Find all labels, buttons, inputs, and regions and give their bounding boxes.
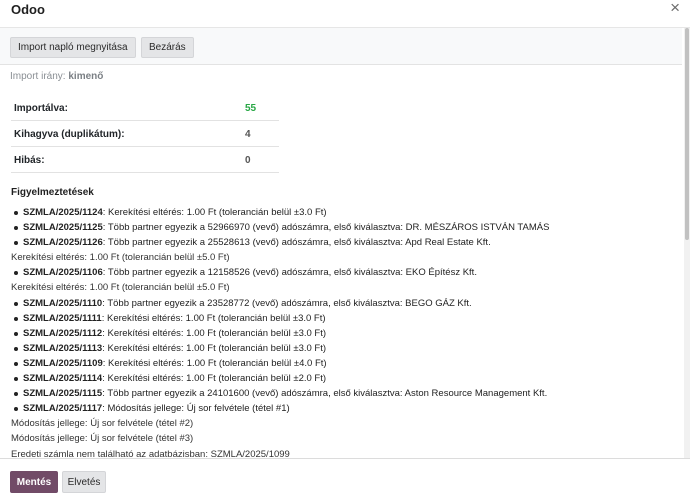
warning-text: : Kerekítési eltérés: 1.00 Ft (toleranci…	[102, 373, 327, 385]
warning-invoice-ref: SZMLA/2025/1114	[23, 373, 103, 385]
warning-text: : Kerekítési eltérés: 1.00 Ft (toleranci…	[102, 327, 327, 339]
stat-label: Hibás:	[14, 155, 45, 166]
warnings-title: Figyelmeztetések	[11, 187, 94, 198]
stat-row-skipped: Kihagyva (duplikátum): 4	[11, 121, 279, 147]
warning-detail: Kerekítési eltérés: 1.00 Ft (tolerancián…	[11, 252, 230, 264]
warning-text: : Több partner egyezik a 12158526 (vevő)…	[102, 267, 477, 279]
warning-text: : Kerekítési eltérés: 1.00 Ft (toleranci…	[102, 207, 327, 218]
warning-detail: Módosítás jellege: Új sor felvétele (tét…	[11, 418, 194, 430]
toolbar: Import napló megnyitása Bezárás	[0, 28, 682, 65]
warning-invoice-ref: SZMLA/2025/1115	[23, 388, 103, 400]
warning-item: SZMLA/2025/1112: Kerekítési eltérés: 1.0…	[14, 326, 678, 341]
warning-text: : Kerekítési eltérés: 1.00 Ft (toleranci…	[102, 342, 327, 354]
import-direction: Import irány: kimenő	[10, 71, 103, 82]
warning-detail: Eredeti számla nem található az adatbázi…	[11, 448, 290, 459]
stat-value: 55	[245, 103, 257, 114]
warning-invoice-ref: SZMLA/2025/1124	[23, 207, 103, 218]
warning-item: SZMLA/2025/1111: Kerekítési eltérés: 1.0…	[14, 311, 678, 326]
close-button[interactable]: Bezárás	[141, 37, 194, 58]
warning-item: SZMLA/2025/1115: Több partner egyezik a …	[14, 386, 678, 401]
warning-invoice-ref: SZMLA/2025/1113	[23, 342, 103, 354]
warning-detail: Kerekítési eltérés: 1.00 Ft (tolerancián…	[11, 282, 230, 294]
stat-value: 4	[245, 129, 251, 140]
scrollbar[interactable]	[684, 28, 690, 458]
stat-label: Importálva:	[14, 103, 68, 114]
warnings-list: SZMLA/2025/1124: Kerekítési eltérés: 1.0…	[11, 205, 678, 458]
stat-row-imported: Importálva: 55	[11, 95, 279, 121]
warning-text: : Több partner egyezik a 23528772 (vevő)…	[102, 297, 472, 309]
warning-item: SZMLA/2025/1113: Kerekítési eltérés: 1.0…	[14, 341, 678, 356]
warning-invoice-ref: SZMLA/2025/1112	[23, 327, 103, 339]
warning-invoice-ref: SZMLA/2025/1109	[23, 357, 103, 369]
dialog-header: Odoo ×	[0, 0, 690, 25]
warning-text: : Több partner egyezik a 24101600 (vevő)…	[102, 388, 548, 400]
warning-invoice-ref: SZMLA/2025/1106	[23, 267, 103, 279]
stat-row-errors: Hibás: 0	[11, 147, 279, 173]
warning-item: SZMLA/2025/1125: Több partner egyezik a …	[14, 220, 678, 235]
warning-text: : Módosítás jellege: Új sor felvétele (t…	[102, 403, 290, 415]
warning-text: : Kerekítési eltérés: 1.00 Ft (toleranci…	[101, 312, 326, 324]
discard-button[interactable]: Elvetés	[62, 471, 106, 493]
warning-text: : Több partner egyezik a 25528613 (vevő)…	[102, 237, 491, 249]
stat-label: Kihagyva (duplikátum):	[14, 129, 125, 140]
open-import-log-button[interactable]: Import napló megnyitása	[10, 37, 136, 58]
warning-item: SZMLA/2025/1106: Több partner egyezik a …	[11, 265, 678, 295]
dialog-title: Odoo	[11, 2, 45, 17]
warning-item: SZMLA/2025/1126: Több partner egyezik a …	[11, 235, 678, 265]
warning-invoice-ref: SZMLA/2025/1125	[23, 222, 103, 234]
import-direction-value: kimenő	[68, 71, 104, 82]
warning-text: : Több partner egyezik a 52966970 (vevő)…	[102, 222, 550, 234]
warning-invoice-ref: SZMLA/2025/1126	[23, 237, 103, 249]
warning-detail: Módosítás jellege: Új sor felvétele (tét…	[11, 433, 194, 445]
warning-item: SZMLA/2025/1117: Módosítás jellege: Új s…	[11, 401, 678, 458]
scrollbar-thumb[interactable]	[685, 28, 689, 240]
import-direction-label: Import irány:	[10, 71, 66, 82]
warning-item: SZMLA/2025/1109: Kerekítési eltérés: 1.0…	[14, 356, 678, 371]
warning-invoice-ref: SZMLA/2025/1110	[23, 297, 103, 309]
warning-item: SZMLA/2025/1114: Kerekítési eltérés: 1.0…	[14, 371, 678, 386]
close-icon[interactable]: ×	[670, 0, 680, 17]
warning-item: SZMLA/2025/1110: Több partner egyezik a …	[14, 296, 678, 311]
import-stats: Importálva: 55 Kihagyva (duplikátum): 4 …	[11, 95, 279, 173]
save-button[interactable]: Mentés	[10, 471, 58, 493]
warning-text: : Kerekítési eltérés: 1.00 Ft (toleranci…	[102, 357, 327, 369]
dialog-body[interactable]: Import napló megnyitása Bezárás Import i…	[0, 27, 690, 458]
warning-item: SZMLA/2025/1124: Kerekítési eltérés: 1.0…	[14, 205, 678, 220]
stat-value: 0	[245, 155, 251, 166]
dialog-footer: Mentés Elvetés	[0, 458, 690, 504]
warning-invoice-ref: SZMLA/2025/1111	[23, 312, 102, 324]
warning-invoice-ref: SZMLA/2025/1117	[23, 403, 103, 415]
